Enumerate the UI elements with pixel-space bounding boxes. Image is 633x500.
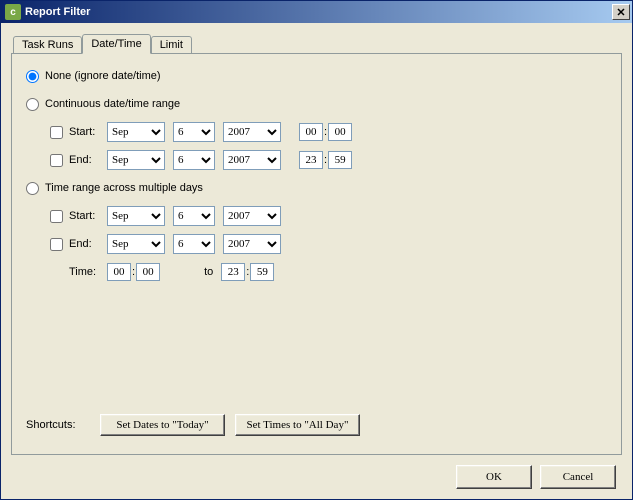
cont-start-mm[interactable] xyxy=(328,123,352,141)
client-area: Task Runs Date/Time Limit None (ignore d… xyxy=(1,23,632,499)
cont-start-check[interactable] xyxy=(50,126,63,139)
multi-start-year[interactable]: 2007 xyxy=(223,206,281,226)
dialog-buttons: OK Cancel xyxy=(11,455,622,489)
radio-multi[interactable] xyxy=(26,182,39,195)
window-title: Report Filter xyxy=(25,6,90,18)
multi-time-from-mm[interactable] xyxy=(136,263,160,281)
cont-start-hh[interactable] xyxy=(299,123,323,141)
multi-time-to-mm[interactable] xyxy=(250,263,274,281)
tab-limit[interactable]: Limit xyxy=(151,36,192,53)
cont-end-mm[interactable] xyxy=(328,151,352,169)
multi-end-check[interactable] xyxy=(50,238,63,251)
cont-start-year[interactable]: 2007 xyxy=(223,122,281,142)
multi-time-row: Time: : to : xyxy=(26,262,607,282)
multi-end-day[interactable]: 6 xyxy=(173,234,215,254)
tab-strip: Task Runs Date/Time Limit xyxy=(11,31,622,53)
cont-end-month[interactable]: Sep xyxy=(107,150,165,170)
set-times-allday-button[interactable]: Set Times to "All Day" xyxy=(235,414,360,436)
multi-end-row: End: Sep 6 2007 xyxy=(26,234,607,254)
cont-end-year[interactable]: 2007 xyxy=(223,150,281,170)
multi-start-label: Start: xyxy=(69,210,107,222)
multi-end-label: End: xyxy=(69,238,107,250)
cont-start-label: Start: xyxy=(69,126,107,138)
close-icon[interactable]: ✕ xyxy=(612,4,630,20)
radio-none[interactable] xyxy=(26,70,39,83)
report-filter-dialog: c Report Filter ✕ Task Runs Date/Time Li… xyxy=(0,0,633,500)
radio-continuous-label: Continuous date/time range xyxy=(45,98,180,110)
colon: : xyxy=(246,266,249,278)
cont-start-row: Start: Sep 6 2007 : xyxy=(26,122,607,142)
cont-end-day[interactable]: 6 xyxy=(173,150,215,170)
radio-multi-label: Time range across multiple days xyxy=(45,182,203,194)
tab-panel-date-time: None (ignore date/time) Continuous date/… xyxy=(11,53,622,455)
multi-end-month[interactable]: Sep xyxy=(107,234,165,254)
shortcuts-label: Shortcuts: xyxy=(26,419,100,431)
colon: : xyxy=(324,126,327,138)
option-continuous-row: Continuous date/time range xyxy=(26,94,607,114)
app-icon: c xyxy=(5,4,21,20)
multi-time-label: Time: xyxy=(69,266,107,278)
cont-end-row: End: Sep 6 2007 : xyxy=(26,150,607,170)
titlebar: c Report Filter ✕ xyxy=(1,1,632,23)
ok-button[interactable]: OK xyxy=(456,465,532,489)
shortcuts-row: Shortcuts: Set Dates to "Today" Set Time… xyxy=(26,414,607,442)
cont-end-hh[interactable] xyxy=(299,151,323,169)
multi-start-row: Start: Sep 6 2007 xyxy=(26,206,607,226)
tab-task-runs[interactable]: Task Runs xyxy=(13,36,82,53)
cont-start-month[interactable]: Sep xyxy=(107,122,165,142)
multi-end-year[interactable]: 2007 xyxy=(223,234,281,254)
to-label: to xyxy=(204,266,213,278)
set-dates-today-button[interactable]: Set Dates to "Today" xyxy=(100,414,225,436)
tab-date-time[interactable]: Date/Time xyxy=(82,34,150,54)
radio-none-label: None (ignore date/time) xyxy=(45,70,161,82)
multi-time-to-hh[interactable] xyxy=(221,263,245,281)
multi-start-month[interactable]: Sep xyxy=(107,206,165,226)
cont-start-day[interactable]: 6 xyxy=(173,122,215,142)
colon: : xyxy=(132,266,135,278)
cont-end-label: End: xyxy=(69,154,107,166)
option-none-row: None (ignore date/time) xyxy=(26,66,607,86)
radio-continuous[interactable] xyxy=(26,98,39,111)
multi-start-check[interactable] xyxy=(50,210,63,223)
multi-start-day[interactable]: 6 xyxy=(173,206,215,226)
colon: : xyxy=(324,154,327,166)
option-multi-row: Time range across multiple days xyxy=(26,178,607,198)
multi-time-from-hh[interactable] xyxy=(107,263,131,281)
cancel-button[interactable]: Cancel xyxy=(540,465,616,489)
cont-end-check[interactable] xyxy=(50,154,63,167)
